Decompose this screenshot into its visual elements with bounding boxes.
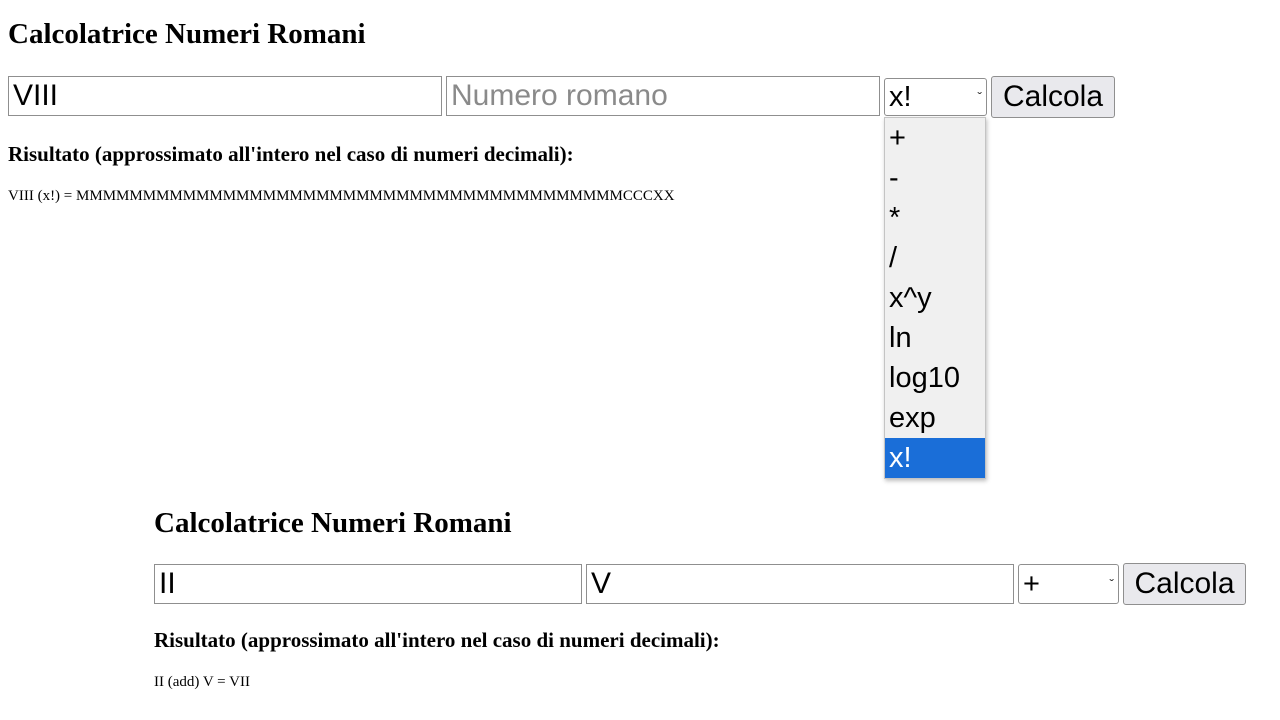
chevron-down-icon: ˇ	[977, 89, 982, 105]
page-title: Calcolatrice Numeri Romani	[154, 507, 512, 539]
dropdown-option-plus[interactable]: +	[885, 118, 985, 158]
calculate-button[interactable]: Calcola	[1123, 563, 1246, 605]
operation-select[interactable]: + ˇ	[1018, 564, 1119, 604]
calculator-2: Calcolatrice Numeri Romani + ˇ Calcola R…	[154, 490, 1264, 710]
dropdown-option-multiply[interactable]: *	[885, 198, 985, 238]
first-roman-input[interactable]	[8, 76, 442, 116]
operation-select[interactable]: x! ˇ	[884, 78, 987, 116]
result-heading: Risultato (approssimato all'intero nel c…	[8, 142, 574, 166]
second-roman-input[interactable]	[586, 564, 1014, 604]
second-roman-input[interactable]	[446, 76, 880, 116]
dropdown-option-minus[interactable]: -	[885, 158, 985, 198]
dropdown-option-divide[interactable]: /	[885, 238, 985, 278]
operation-select-value: x!	[889, 81, 912, 113]
dropdown-option-factorial[interactable]: x!	[885, 438, 985, 478]
dropdown-option-exp[interactable]: exp	[885, 398, 985, 438]
result-text: VIII (x!) = MMMMMMMMMMMMMMMMMMMMMMMMMMMM…	[8, 188, 675, 204]
calculate-button[interactable]: Calcola	[991, 76, 1115, 118]
page-title: Calcolatrice Numeri Romani	[8, 18, 366, 50]
result-text: II (add) V = VII	[154, 674, 250, 690]
dropdown-option-log10[interactable]: log10	[885, 358, 985, 398]
operation-dropdown-list: + - * / x^y ln log10 exp x!	[884, 117, 986, 479]
dropdown-option-ln[interactable]: ln	[885, 318, 985, 358]
operation-select-value: +	[1023, 568, 1040, 600]
dropdown-option-power[interactable]: x^y	[885, 278, 985, 318]
chevron-down-icon: ˇ	[1109, 576, 1114, 592]
calculator-1: Calcolatrice Numeri Romani x! ˇ Calcola …	[8, 0, 1208, 230]
first-roman-input[interactable]	[154, 564, 582, 604]
result-heading: Risultato (approssimato all'intero nel c…	[154, 628, 720, 652]
